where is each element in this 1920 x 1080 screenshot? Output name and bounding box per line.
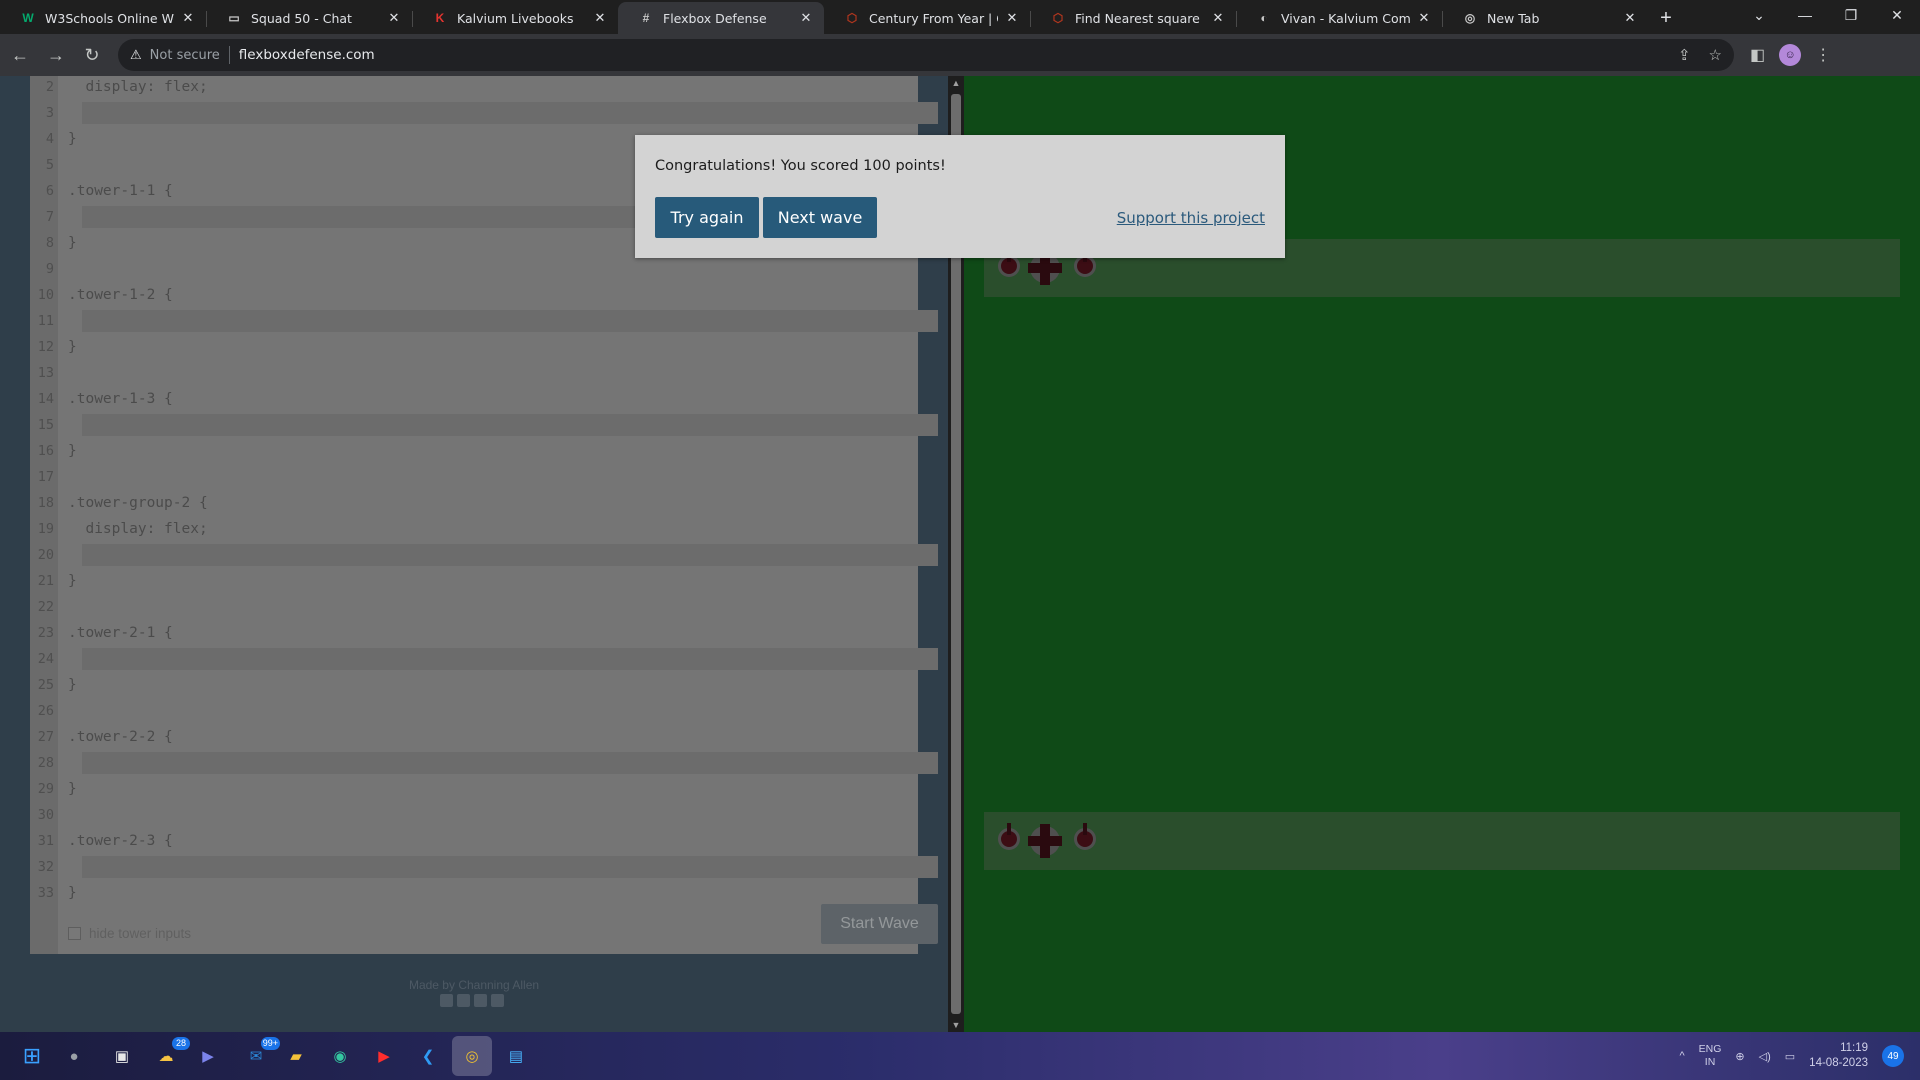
codewars-icon: ⬡ [1052,11,1064,25]
omnibox-separator [228,46,230,64]
tab-close-icon[interactable]: ✕ [386,10,402,26]
file-explorer-icon[interactable]: ▰ [282,1042,310,1070]
tower-2-3 [1074,823,1096,850]
address-bar[interactable]: ⚠ Not secure flexboxdefense.com ⇪ ☆ [118,39,1734,71]
restore-icon[interactable]: ❐ [1828,7,1874,24]
browser-toolbar: ← → ↻ ⚠ Not secure flexboxdefense.com ⇪ … [0,34,1920,76]
clock[interactable]: 11:19 14-08-2023 [1809,1041,1868,1071]
edge-icon[interactable]: ◉ [326,1042,354,1070]
codewars-icon: ⬡ [846,11,858,25]
windows-taskbar: ⊞ ● ▣ ☁ 28 ▶ ✉ 99+ ▰ ◉ ▶ ❮ ◎ ▤ ^ ENG IN ⊕ … [0,1032,1920,1080]
browser-tab[interactable]: ⬡ Century From Year | Codev ✕ [824,2,1030,34]
volume-icon[interactable]: ◁) [1759,1050,1771,1063]
tab-close-icon[interactable]: ✕ [1622,10,1638,26]
tab-title: Vivan - Kalvium Communit [1281,10,1410,26]
tower-barrel [1007,823,1011,835]
chrome-icon: ◎ [1464,11,1476,25]
browser-tab[interactable]: ◐ Vivan - Kalvium Communit ✕ [1236,2,1442,34]
mail-badge: 99+ [260,1037,280,1050]
window-controls: ⌄ — ❐ ✕ [1736,0,1920,30]
tower-2-2 [1028,824,1062,858]
windows-start-icon[interactable]: ⊞ [18,1042,46,1070]
browser-tab[interactable]: # Flexbox Defense ✕ [618,2,824,34]
tower-2-1 [998,823,1020,850]
network-icon[interactable]: ⊕ [1735,1050,1744,1063]
score-dialog: Congratulations! You scored 100 points! … [635,135,1285,258]
try-again-button[interactable]: Try again [655,197,759,238]
support-project-link[interactable]: Support this project [1117,209,1265,227]
browser-tab[interactable]: W W3Schools Online Web Tu ✕ [0,2,206,34]
tower-group-2-lane [984,812,1900,870]
system-tray: ^ ENG IN ⊕ ◁) ▭ 11:19 14-08-2023 49 [1679,1032,1904,1080]
forward-icon[interactable]: → [40,39,72,71]
new-tab-button[interactable]: + [1648,2,1684,34]
battery-icon[interactable]: ▭ [1785,1050,1795,1063]
reload-icon[interactable]: ↻ [76,39,108,71]
url-text[interactable]: flexboxdefense.com [239,47,375,63]
search-icon[interactable]: ● [60,1042,88,1070]
tower-1-3 [1074,250,1096,277]
browser-tab[interactable]: ▭ Squad 50 - Chat ✕ [206,2,412,34]
clock-date: 14-08-2023 [1809,1057,1868,1069]
language-region: IN [1704,1056,1716,1068]
close-window-icon[interactable]: ✕ [1874,7,1920,24]
kalvium-community-icon: ◐ [1260,11,1268,25]
chat-icon: ▭ [228,11,240,25]
tab-close-icon[interactable]: ✕ [1210,10,1226,26]
warning-icon[interactable]: ⚠ [130,47,142,63]
menu-icon[interactable]: ⋮ [1815,45,1831,65]
toolbar-right: ◧ ☺ ⋮ [1750,44,1831,66]
tab-close-icon[interactable]: ✕ [592,10,608,26]
chrome-icon[interactable]: ◎ [458,1042,486,1070]
tower-1-1 [998,250,1020,277]
tower-barrel [1083,823,1087,835]
browser-tab-strip: W W3Schools Online Web Tu ✕ ▭ Squad 50 - Cha… [0,0,1920,34]
minimize-icon[interactable]: — [1782,7,1828,23]
security-label[interactable]: Not secure [150,48,220,63]
omnibox-actions: ⇪ ☆ [1678,46,1722,64]
teams-icon[interactable]: ▶ [194,1042,222,1070]
tab-search-icon[interactable]: ⌄ [1736,7,1782,24]
tab-title: Flexbox Defense [663,10,767,26]
hash-icon: # [642,11,650,25]
back-icon[interactable]: ← [4,39,36,71]
browser-tab[interactable]: ◎ New Tab ✕ [1442,2,1648,34]
notepad-icon[interactable]: ▤ [502,1042,530,1070]
chat-app-icon[interactable]: ☁ 28 [152,1037,190,1070]
tab-close-icon[interactable]: ✕ [180,10,196,26]
tab-list: W W3Schools Online Web Tu ✕ ▭ Squad 50 - Cha… [0,0,1648,34]
clock-time: 11:19 [1840,1042,1868,1054]
task-view-icon[interactable]: ▣ [108,1042,136,1070]
browser-tab[interactable]: K Kalvium Livebooks ✕ [412,2,618,34]
scroll-up-arrow-icon[interactable]: ▲ [948,78,964,88]
youtube-icon[interactable]: ▶ [370,1042,398,1070]
w3schools-icon: W [22,11,34,25]
language-code: ENG [1698,1043,1722,1055]
vscode-icon[interactable]: ❮ [414,1042,442,1070]
tab-title: Kalvium Livebooks [457,10,574,26]
tab-title: Find Nearest square numb [1075,10,1204,26]
bookmark-star-icon[interactable]: ☆ [1709,46,1722,64]
next-wave-button[interactable]: Next wave [763,197,877,238]
profile-avatar[interactable]: ☺ [1779,44,1802,66]
tab-close-icon[interactable]: ✕ [798,10,814,26]
score-message: Congratulations! You scored 100 points! [655,158,946,174]
tab-title: W3Schools Online Web Tu [45,10,174,26]
mail-icon[interactable]: ✉ 99+ [242,1037,280,1070]
browser-tab[interactable]: ⬡ Find Nearest square numb ✕ [1030,2,1236,34]
language-indicator[interactable]: ENG IN [1699,1043,1722,1069]
share-icon[interactable]: ⇪ [1678,46,1691,64]
chat-badge: 28 [172,1037,190,1050]
tab-title: New Tab [1487,10,1540,26]
kalvium-icon: K [435,11,445,25]
tray-overflow-icon[interactable]: ^ [1679,1050,1684,1062]
side-panel-icon[interactable]: ◧ [1750,45,1765,65]
scroll-down-arrow-icon[interactable]: ▼ [948,1020,964,1030]
notification-badge[interactable]: 49 [1882,1045,1904,1067]
tab-title: Squad 50 - Chat [251,10,352,26]
tab-title: Century From Year | Codev [869,10,998,26]
tab-close-icon[interactable]: ✕ [1004,10,1020,26]
tab-close-icon[interactable]: ✕ [1416,10,1432,26]
